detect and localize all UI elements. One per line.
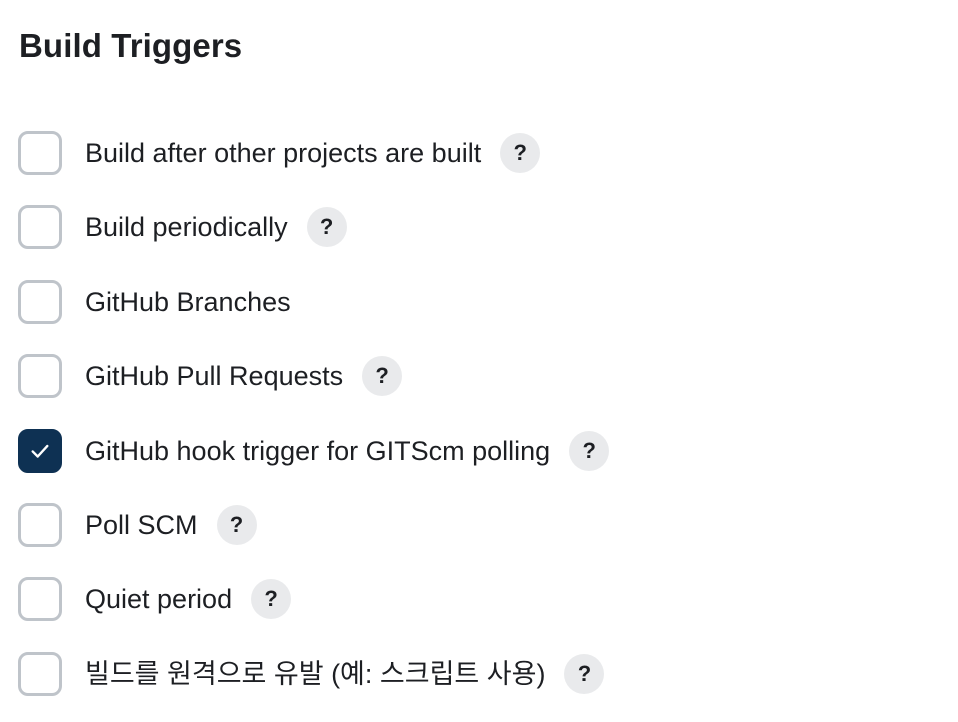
checkbox-github-hook-trigger[interactable] — [18, 429, 62, 473]
checkbox-github-branches[interactable] — [18, 280, 62, 324]
checkbox-poll-scm[interactable] — [18, 503, 62, 547]
checkbox-github-pull-requests[interactable] — [18, 354, 62, 398]
trigger-row-poll-scm[interactable]: Poll SCM ? — [18, 501, 257, 549]
checkbox-build-after-other-projects[interactable] — [18, 131, 62, 175]
help-button-github-pull-requests[interactable]: ? — [362, 356, 403, 396]
trigger-label-github-branches: GitHub Branches — [85, 287, 291, 317]
trigger-label-remote-trigger: 빌드를 원격으로 유발 (예: 스크립트 사용) — [85, 659, 546, 689]
trigger-label-build-after-other-projects: Build after other projects are built — [85, 138, 482, 168]
trigger-label-quiet-period: Quiet period — [85, 584, 233, 614]
section-title: Build Triggers — [19, 27, 243, 64]
help-button-build-periodically[interactable]: ? — [306, 207, 347, 247]
trigger-row-github-pull-requests[interactable]: GitHub Pull Requests ? — [18, 352, 403, 400]
trigger-row-build-periodically[interactable]: Build periodically ? — [18, 203, 347, 251]
trigger-row-remote-trigger[interactable]: 빌드를 원격으로 유발 (예: 스크립트 사용) ? — [18, 650, 605, 698]
check-icon — [31, 444, 49, 458]
trigger-row-build-after-other-projects[interactable]: Build after other projects are built ? — [18, 129, 541, 177]
help-button-build-after-other-projects[interactable]: ? — [500, 133, 541, 173]
checkbox-quiet-period[interactable] — [18, 577, 62, 621]
help-button-remote-trigger[interactable]: ? — [564, 654, 605, 694]
trigger-label-github-hook-trigger: GitHub hook trigger for GITScm polling — [85, 436, 551, 466]
trigger-label-build-periodically: Build periodically — [85, 212, 288, 242]
checkbox-remote-trigger[interactable] — [18, 652, 62, 696]
trigger-row-github-hook-trigger[interactable]: GitHub hook trigger for GITScm polling ? — [18, 427, 610, 475]
help-button-poll-scm[interactable]: ? — [216, 505, 257, 545]
trigger-label-github-pull-requests: GitHub Pull Requests — [85, 361, 344, 391]
trigger-label-poll-scm: Poll SCM — [85, 510, 198, 540]
trigger-row-github-branches[interactable]: GitHub Branches ? — [18, 278, 291, 326]
help-button-github-hook-trigger[interactable]: ? — [569, 431, 610, 471]
help-button-quiet-period[interactable]: ? — [251, 579, 292, 619]
trigger-row-quiet-period[interactable]: Quiet period ? — [18, 575, 292, 623]
checkbox-build-periodically[interactable] — [18, 205, 62, 249]
